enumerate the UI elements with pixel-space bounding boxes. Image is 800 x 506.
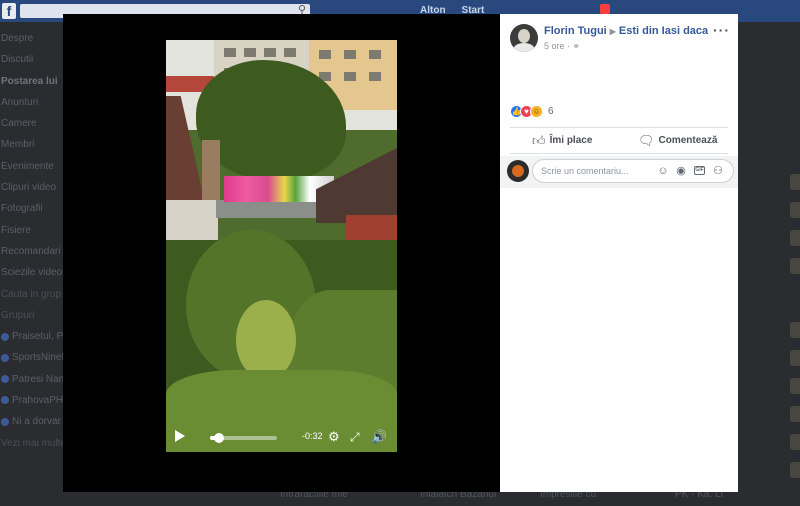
sidebar-item[interactable]: Ni a dorvar [0,411,65,432]
arrow-right-icon: ▶ [609,27,616,36]
sidebar-item[interactable]: Recomandari [0,241,65,262]
sidebar-item[interactable]: Sciezile video [0,262,65,283]
sidebar-item-label: Anunturi [1,96,39,108]
sidebar-item-label: Ni a dorvar [12,416,61,428]
sidebar-item[interactable]: Cauta in grup [0,284,65,305]
avatar[interactable] [790,322,800,338]
camera-icon[interactable]: ◉ [674,164,688,178]
like-button[interactable]: 👍︎ Îmi place [532,133,592,149]
sidebar-item[interactable]: Anunturi [0,92,65,113]
author-name[interactable]: Florin Tugui [544,25,607,37]
sidebar-item[interactable]: Evenimente [0,156,65,177]
sidebar-item-label: Evenimente [1,160,54,172]
sidebar-item-label: Despre [1,33,34,44]
group-icon [1,417,9,426]
sidebar-item[interactable]: Despre [0,28,65,49]
sidebar-item-label: Discutii [1,54,34,66]
sidebar-item-label: Fotografii [1,203,43,215]
gear-icon[interactable]: ⚙ [328,429,340,445]
avatar[interactable] [790,406,800,422]
more-options-button[interactable]: ··· [713,22,730,38]
sidebar-item-label: Membri [1,139,35,151]
sidebar-item[interactable]: Camere [0,113,65,134]
sidebar-item-label: Cauta in grup [1,288,62,300]
sidebar-item-label: Clipuri video [1,182,57,194]
avatar[interactable] [507,160,529,182]
author-avatar[interactable] [510,24,538,52]
sidebar-item-label: Fisiere [1,224,32,236]
sidebar-item[interactable]: Praisetul, Pi [0,326,65,347]
sidebar-item-label: Vezi mai multe [1,437,65,449]
video-time-remaining: -0:32 [302,431,323,441]
group-name[interactable]: Esti din Iasi daca... [619,25,708,37]
sidebar-item[interactable]: Postarea lui [0,71,65,92]
sidebar-item[interactable]: SportsNineF [0,347,65,368]
reaction-count: 6 [548,106,554,117]
post-time[interactable]: 5 ore [544,41,565,51]
group-icon [1,353,9,362]
avatar[interactable] [790,462,800,478]
avatar[interactable] [790,258,800,274]
comment-icon: 🗨︎ [638,133,655,148]
chat-sidebar [740,22,800,506]
post-meta: 5 ore · ⚭ [544,41,581,51]
sidebar-item[interactable]: Membri [0,134,65,155]
sidebar-item-label: Patresi Nan [12,373,65,385]
avatar[interactable] [790,378,800,394]
group-icon [1,332,9,341]
avatar[interactable] [790,174,800,190]
comment-input[interactable] [541,164,651,178]
avatar[interactable] [790,230,800,246]
expand-icon[interactable]: ⤢ [350,429,360,445]
notification-badge[interactable] [600,4,610,14]
video-player[interactable]: -0:32 ⚙ ⤢ 🔊 [166,40,397,452]
sidebar-item[interactable]: Discutii [0,49,65,70]
sidebar-item-label: Sciezile video [1,267,63,279]
sidebar-item[interactable]: PrahovaPH [0,390,65,411]
avatar[interactable] [790,434,800,450]
emoji-icon[interactable]: ☺ [656,164,670,178]
group-sidebar: Despre Discutii Postarea lui Anunturi Camere… [0,28,65,454]
sidebar-item-label: Praisetul, Pi [12,331,65,343]
post-panel: Florin Tugui▶Esti din Iasi daca...✓ ··· … [500,14,738,492]
comment-button[interactable]: 🗨︎ Comentează [638,133,717,149]
sidebar-item[interactable]: Fisiere [0,220,65,241]
volume-icon[interactable]: 🔊 [371,429,387,445]
gif-icon[interactable]: GIF [694,166,705,175]
divider [510,153,728,154]
sidebar-item-label: Postarea lui [1,75,58,87]
sidebar-item[interactable]: Grupuri [0,305,65,326]
play-icon[interactable] [175,430,185,442]
video-progress-bar[interactable] [210,433,277,443]
divider [510,127,728,128]
video-scrubber-handle[interactable] [214,433,225,443]
avatar[interactable] [790,202,800,218]
comment-composer: ☺ ◉ GIF ⚇ [500,156,738,188]
sidebar-item[interactable]: Fotografii [0,198,65,219]
sidebar-item-label: Recomandari [1,245,61,257]
thumbs-up-icon: 👍︎ [532,133,546,148]
group-icon [1,375,9,384]
haha-icon: ☺ [530,105,543,118]
sidebar-item-label: Camere [1,118,37,130]
sidebar-item-label: PrahovaPH [12,395,64,407]
sticker-icon[interactable]: ⚇ [711,164,725,178]
sidebar-item-label: SportsNineF [12,352,65,364]
sidebar-item[interactable]: Clipuri video [0,177,65,198]
post-header: Florin Tugui▶Esti din Iasi daca...✓ [544,25,708,38]
avatar[interactable] [790,350,800,366]
sidebar-item-label: Grupuri [1,309,35,321]
video-controls: -0:32 ⚙ ⤢ 🔊 [166,425,397,452]
sidebar-item[interactable]: Patresi Nan [0,369,65,390]
sidebar-item[interactable]: Vezi mai multe [0,433,65,454]
comment-box[interactable]: ☺ ◉ GIF ⚇ [532,159,734,183]
globe-icon: ⚭ [572,41,581,51]
facebook-logo[interactable]: f [2,3,16,19]
group-icon [1,396,9,405]
